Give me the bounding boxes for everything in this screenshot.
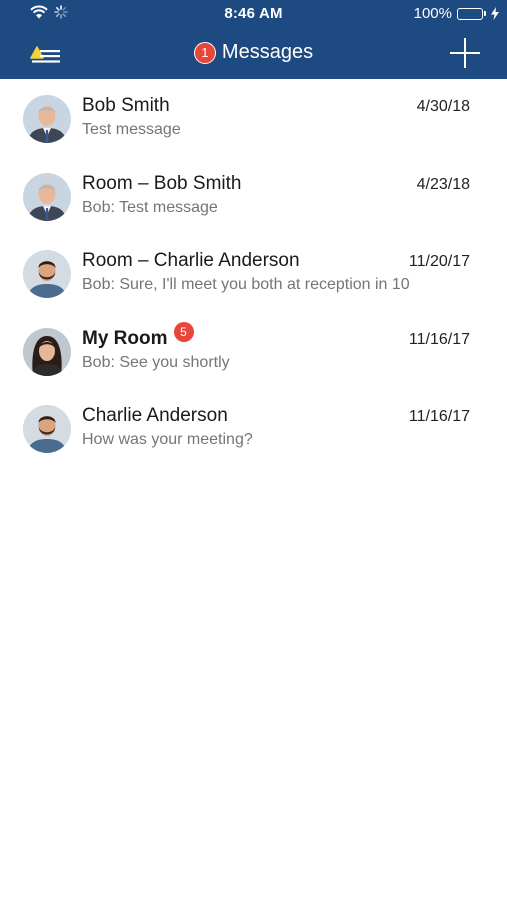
avatar-charlie-anderson [23,405,71,453]
conversation-name: My Room 5 [82,321,194,350]
conversation-date: 11/16/17 [408,408,470,425]
conversation-name: Room – Bob Smith [82,172,242,194]
conversation-name: Charlie Anderson [82,405,228,426]
unread-badge: 5 [173,321,194,342]
conversation-date: 11/16/17 [408,330,470,348]
avatar [23,327,71,376]
conversation-name-text: My Room [82,327,168,349]
conversation-row[interactable]: Room – Charlie Anderson 11/20/17 Bob: Su… [0,234,507,312]
page-title: Messages [221,41,314,63]
charging-bolt-icon [491,7,499,20]
avatar [23,405,71,453]
title-unread-badge: 1 [193,41,216,64]
conversation-name: Bob Smith [82,95,170,116]
conversation-preview: Bob: See you shortly [82,353,230,371]
conversation-row[interactable]: Charlie Anderson 11/16/17 How was your m… [0,389,507,467]
conversation-row[interactable]: Room – Bob Smith 4/23/18 Bob: Test messa… [0,157,507,235]
conversation-preview: Bob: Sure, I'll meet you both at recepti… [82,276,410,293]
conversation-preview: How was your meeting? [82,431,253,448]
conversation-name: Room – Charlie Anderson [82,250,300,271]
battery-icon [457,7,486,20]
nav-bar: 1 Messages [0,28,507,79]
conversation-list: Bob Smith 4/30/18 Test message Room – Bo… [0,79,507,467]
avatar-charlie-anderson [23,250,71,298]
avatar [23,172,71,221]
avatar [23,95,71,143]
conversation-preview: Test message [82,121,181,138]
app-header: 8:46 AM 100% 1 Messages [0,0,507,79]
avatar-woman [23,327,71,376]
avatar-bob-smith [23,172,71,221]
conversation-date: 11/20/17 [408,253,470,270]
status-bar: 8:46 AM 100% [0,0,507,28]
nav-title-group: 1 Messages [0,41,507,64]
plus-icon [450,38,480,68]
avatar [23,250,71,298]
status-right: 100% [414,5,499,22]
avatar-bob-smith [23,95,71,143]
conversation-date: 4/23/18 [416,175,470,193]
battery-percent: 100% [413,5,452,22]
conversation-date: 4/30/18 [416,98,470,115]
new-message-button[interactable] [449,37,481,69]
conversation-row[interactable]: Bob Smith 4/30/18 Test message [0,79,507,157]
conversation-row[interactable]: My Room 5 11/16/17 Bob: See you shortly [0,312,507,390]
conversation-preview: Bob: Test message [82,198,218,216]
